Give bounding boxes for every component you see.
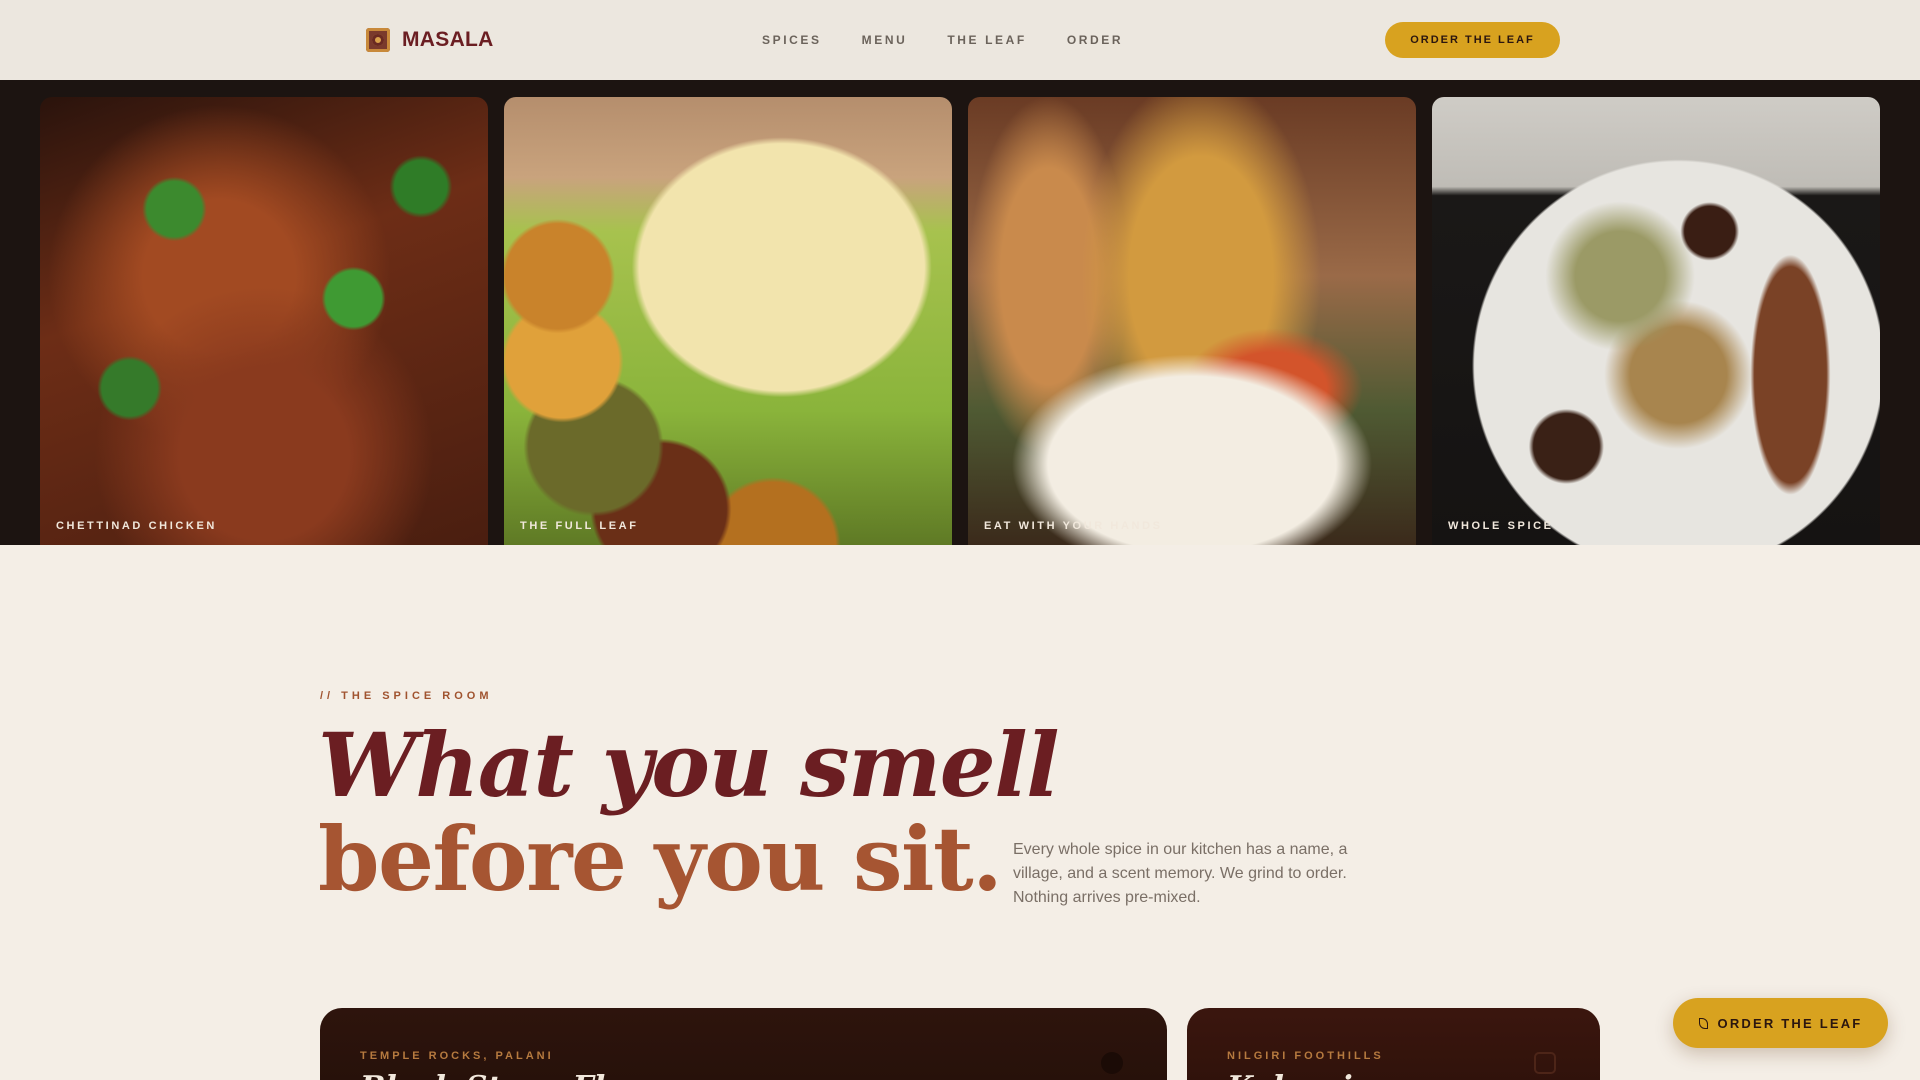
spice-card[interactable]: NILGIRI FOOTHILLS Kalpasi [1187,1008,1600,1080]
section-headline: What you smell before you sit. [318,713,1060,911]
spice-title: Kalpasi [1227,1070,1353,1080]
spice-origin: NILGIRI FOOTHILLS [1227,1050,1384,1062]
order-the-leaf-button[interactable]: ORDER THE LEAF [1385,22,1560,58]
brand-name: MASALA [402,28,494,51]
leaf-icon [1698,1017,1708,1029]
nav-item-menu[interactable]: MENU [862,33,908,47]
spice-title: Black Stone Fl [360,1070,605,1080]
mandala-icon [366,28,390,52]
section-lede: Every whole spice in our kitchen has a n… [1013,841,1348,906]
gallery-tile-whole-spice[interactable]: WHOLE SPICE [1432,97,1880,545]
main-nav: SPICES MENU THE LEAF ORDER [762,33,1123,47]
brand[interactable]: MASALA [366,27,494,53]
tile-caption: EAT WITH YOUR HANDS [984,520,1163,532]
section-eyebrow: // THE SPICE ROOM [320,690,493,702]
nav-item-the-leaf[interactable]: THE LEAF [947,33,1026,47]
nav-item-spices[interactable]: SPICES [762,33,822,47]
site-header: MASALA SPICES MENU THE LEAF ORDER ORDER … [0,0,1920,80]
photo-gallery: CHETTINAD CHICKEN THE FULL LEAF EAT WITH… [0,80,1920,545]
card-badge-icon [1101,1052,1123,1074]
nav-item-order[interactable]: ORDER [1067,33,1123,47]
tile-caption: WHOLE SPICE [1448,520,1554,532]
card-badge-icon [1534,1052,1556,1074]
headline-line-2: before you sit. [318,807,1003,911]
floating-order-button[interactable]: ORDER THE LEAF [1673,998,1888,1048]
gallery-tile-full-leaf[interactable]: THE FULL LEAF [504,97,952,545]
spice-card[interactable]: TEMPLE ROCKS, PALANI Black Stone Fl [320,1008,1167,1080]
headline-line-1: What you smell [318,713,1060,817]
floating-order-label: ORDER THE LEAF [1717,1015,1863,1031]
gallery-tile-chettinad-chicken[interactable]: CHETTINAD CHICKEN [40,97,488,545]
tile-caption: THE FULL LEAF [520,520,639,532]
gallery-tile-eat-with-hands[interactable]: EAT WITH YOUR HANDS [968,97,1416,545]
spice-origin: TEMPLE ROCKS, PALANI [360,1050,554,1062]
tile-caption: CHETTINAD CHICKEN [56,520,217,532]
